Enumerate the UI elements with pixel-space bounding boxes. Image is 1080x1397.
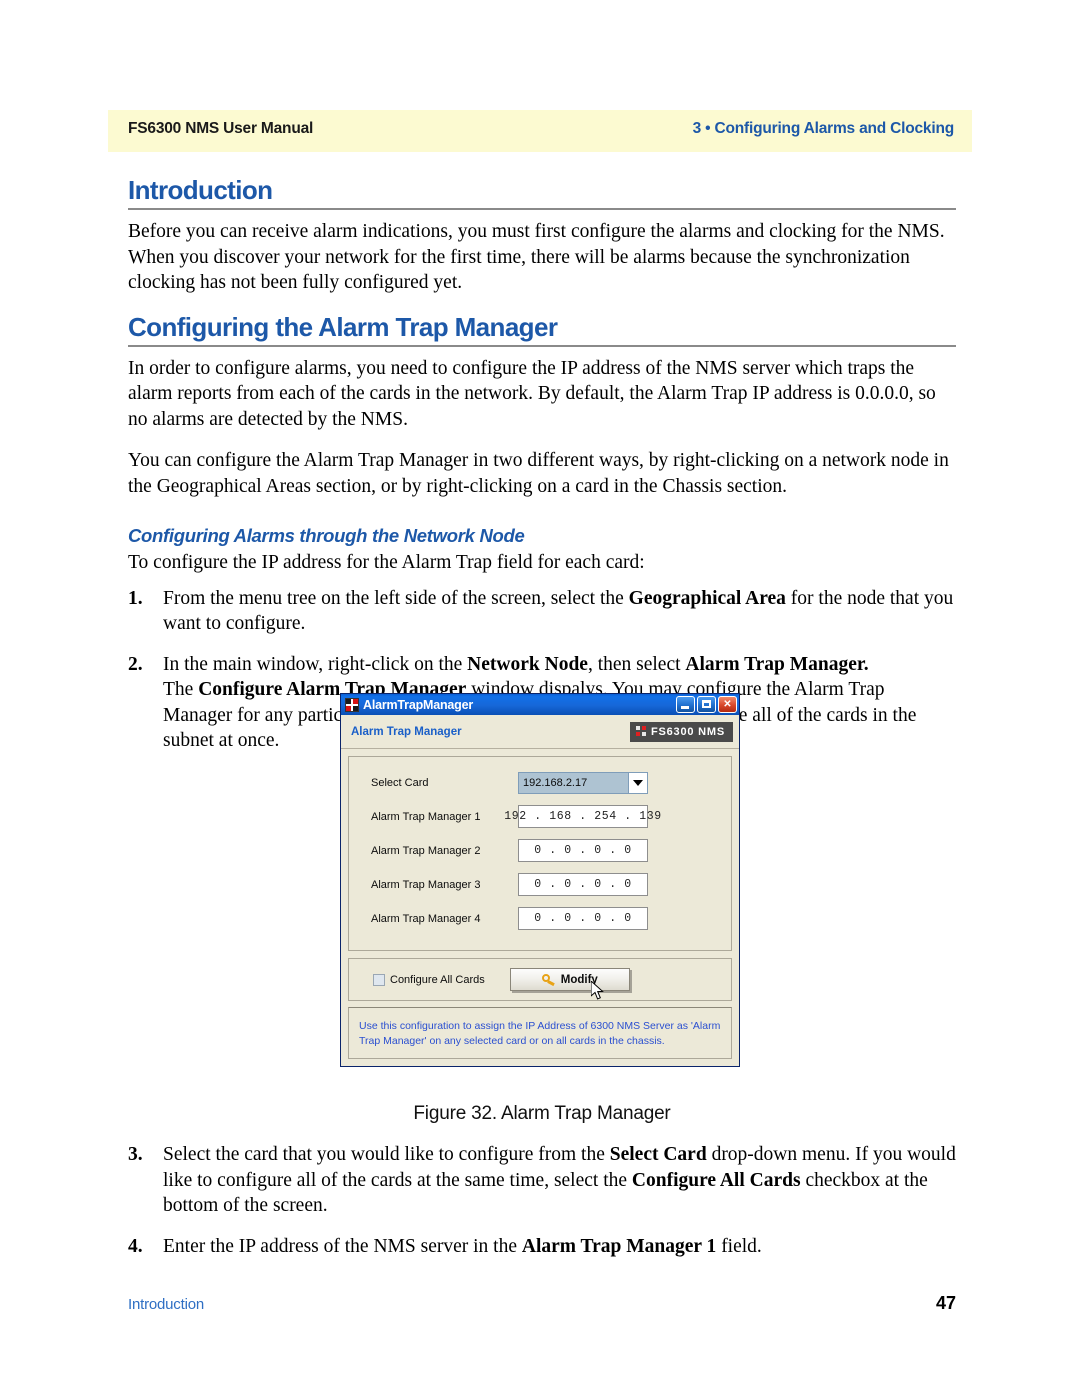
alarm-trap-manager-1-label: Alarm Trap Manager 1	[371, 810, 481, 823]
minimize-button[interactable]	[676, 696, 695, 713]
fields-panel: Select Card 192.168.2.17 Alarm Trap Mana…	[348, 756, 732, 951]
step-emphasis: Select Card	[609, 1144, 707, 1165]
page-content: Introduction Before you can receive alar…	[128, 175, 956, 769]
step-text: Enter the IP address of the NMS server i…	[163, 1235, 522, 1257]
dialog-action-bar: Configure All Cards Modify	[348, 958, 732, 1001]
field-row-alarm-trap-manager-1: Alarm Trap Manager 1 192 . 168 . 254 . 1…	[363, 805, 717, 828]
steps-list-lower: 3. Select the card that you would like to…	[128, 1142, 956, 1274]
trap-paragraph-2: You can configure the Alarm Trap Manager…	[128, 450, 949, 497]
maximize-icon	[702, 700, 711, 708]
alarm-trap-manager-2-input[interactable]: 0 . 0 . 0 . 0	[518, 839, 648, 862]
dialog-body: Select Card 192.168.2.17 Alarm Trap Mana…	[341, 749, 739, 1066]
alarm-trap-manager-3-input[interactable]: 0 . 0 . 0 . 0	[518, 873, 648, 896]
mouse-cursor-icon	[591, 981, 604, 1000]
field-row-alarm-trap-manager-3: Alarm Trap Manager 3 0 . 0 . 0 . 0	[363, 873, 717, 896]
application-icon	[345, 697, 359, 712]
alarm-trap-manager-2-label: Alarm Trap Manager 2	[371, 844, 481, 857]
step-text: From the menu tree on the left side of t…	[163, 587, 629, 609]
configure-all-cards-checkbox[interactable]	[373, 973, 385, 986]
header-chapter-title: 3 • Configuring Alarms and Clocking	[692, 120, 955, 137]
list-item: 4. Enter the IP address of the NMS server…	[128, 1234, 956, 1260]
step-emphasis: Alarm Trap Manager.	[685, 653, 869, 675]
dialog-titlebar[interactable]: AlarmTrapManager ✕	[341, 694, 739, 715]
field-row-select-card: Select Card 192.168.2.17	[363, 772, 717, 794]
step-text: Select the card that you would like to c…	[163, 1144, 610, 1165]
status-line-2: Trap Manager' on any selected card or on…	[359, 1035, 665, 1047]
step-text-cont: The	[163, 679, 199, 700]
step-emphasis: Configure All Cards	[631, 1169, 801, 1191]
chevron-down-icon[interactable]	[628, 773, 647, 793]
figure-caption: Figure 32. Alarm Trap Manager	[413, 1103, 671, 1124]
configure-all-cards-checkbox-wrap[interactable]: Configure All Cards	[363, 973, 485, 986]
step-text-cont: , then select	[587, 653, 686, 675]
step-number: 3.	[128, 1144, 143, 1165]
trap-paragraph-1: In order to configure alarms, you need t…	[128, 357, 936, 430]
list-item: 3. Select the card that you would like to…	[128, 1142, 956, 1219]
modify-button[interactable]: Modify	[509, 968, 630, 991]
brand-badge-label: FS6300 NMS	[650, 725, 725, 738]
step-emphasis: Alarm Trap Manager 1	[521, 1235, 717, 1257]
step-number: 4.	[128, 1235, 143, 1257]
step-emphasis: Geographical Area	[628, 587, 786, 609]
select-card-dropdown[interactable]: 192.168.2.17	[518, 772, 648, 794]
configure-all-cards-label: Configure All Cards	[390, 973, 485, 986]
alarm-trap-manager-4-input[interactable]: 0 . 0 . 0 . 0	[518, 907, 648, 930]
maximize-button[interactable]	[697, 696, 716, 713]
page-number: 47	[935, 1293, 956, 1313]
key-icon	[541, 974, 555, 986]
heading-rule	[128, 344, 956, 347]
status-line-1: Use this configuration to assign the IP …	[359, 1020, 721, 1032]
close-icon: ✕	[723, 698, 732, 710]
step-text: In the main window, right-click on the	[163, 653, 468, 675]
alarm-trap-manager-1-input[interactable]: 192 . 168 . 254 . 139	[504, 805, 661, 828]
heading-rule	[128, 208, 956, 210]
subsection-title-network-node: Configuring Alarms through the Network N…	[128, 525, 525, 546]
dialog-status-bar: Use this configuration to assign the IP …	[348, 1007, 732, 1059]
intro-paragraph: Before you can receive alarm indications…	[128, 221, 945, 293]
dialog-window-title: AlarmTrapManager	[363, 697, 474, 712]
step-emphasis: Network Node	[467, 653, 588, 675]
minimize-icon	[681, 706, 689, 709]
step-text-cont: field.	[716, 1235, 762, 1257]
field-row-alarm-trap-manager-2: Alarm Trap Manager 2 0 . 0 . 0 . 0	[363, 839, 717, 862]
select-card-value: 192.168.2.17	[523, 777, 588, 789]
section-title-configuring-alarm-trap-manager: Configuring the Alarm Trap Manager	[128, 311, 558, 342]
step-number: 1.	[128, 587, 143, 609]
dialog-banner-title: Alarm Trap Manager	[351, 725, 462, 738]
header-manual-title: FS6300 NMS User Manual	[128, 120, 314, 137]
network-node-intro: To configure the IP address for the Alar…	[128, 552, 645, 573]
footer-section-label: Introduction	[128, 1296, 204, 1313]
list-item: 1. From the menu tree on the left side of…	[128, 586, 956, 637]
page-title-introduction: Introduction	[128, 175, 273, 205]
field-row-alarm-trap-manager-4: Alarm Trap Manager 4 0 . 0 . 0 . 0	[363, 907, 717, 930]
step-number: 2.	[128, 653, 143, 675]
select-card-label: Select Card	[371, 777, 429, 789]
page-header-band: FS6300 NMS User Manual 3 • Configuring A…	[108, 110, 972, 152]
network-icon	[635, 726, 647, 737]
alarm-trap-manager-dialog[interactable]: AlarmTrapManager ✕ Alarm Trap Manager FS…	[340, 693, 740, 1067]
alarm-trap-manager-4-label: Alarm Trap Manager 4	[371, 912, 481, 925]
page-footer: Introduction 47	[128, 1293, 956, 1314]
alarm-trap-manager-3-label: Alarm Trap Manager 3	[371, 878, 481, 891]
window-controls[interactable]: ✕	[676, 696, 737, 713]
brand-badge: FS6300 NMS	[629, 721, 733, 742]
dialog-banner: Alarm Trap Manager FS6300 NMS	[341, 715, 739, 749]
close-button[interactable]: ✕	[718, 696, 737, 713]
